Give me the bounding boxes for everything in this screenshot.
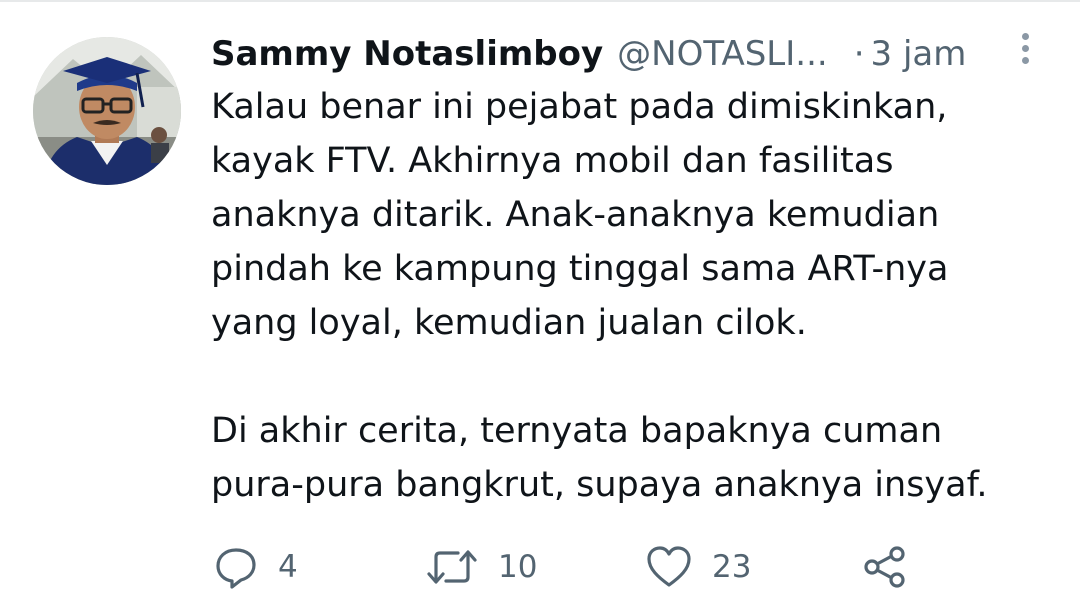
reply-icon — [216, 548, 256, 589]
tweet-text-line: pura-pura bangkrut, supaya anaknya insya… — [211, 465, 988, 505]
retweet-icon — [427, 550, 477, 584]
heart-icon — [647, 546, 691, 587]
tweet-text-line: Di akhir cerita, ternyata bapaknya cuman — [211, 411, 943, 451]
more-options-icon[interactable] — [1014, 33, 1036, 73]
timestamp[interactable]: 3 jam — [871, 34, 967, 74]
time-separator: · — [853, 34, 865, 74]
tweet-text-line: kayak FTV. Akhirnya mobil dan fasilitas — [211, 141, 894, 181]
reply-count: 4 — [278, 549, 298, 585]
tweet-actions: 4 10 23 — [0, 542, 1080, 592]
tweet-text-line: pindah ke kampung tinggal sama ART-nya — [211, 249, 949, 289]
tweet-text: Kalau benar ini pejabat pada dimiskinkan… — [211, 80, 1061, 512]
avatar[interactable] — [33, 37, 181, 185]
like-button[interactable]: 23 — [646, 542, 751, 592]
retweet-count: 10 — [498, 549, 538, 585]
like-count: 23 — [712, 549, 752, 585]
display-name[interactable]: Sammy Notaslimboy — [211, 34, 603, 74]
tweet-header: Sammy Notaslimboy @NOTASLI... · 3 jam — [211, 28, 1031, 80]
tweet-text-line: yang loyal, kemudian jualan cilok. — [211, 303, 807, 343]
share-icon — [864, 546, 905, 588]
retweet-button[interactable]: 10 — [426, 542, 537, 592]
tweet-text-line: Kalau benar ini pejabat pada dimiskinkan… — [211, 87, 948, 127]
reply-button[interactable]: 4 — [214, 542, 298, 592]
user-handle[interactable]: @NOTASLI... — [617, 34, 828, 74]
share-button[interactable] — [862, 542, 908, 592]
profile-photo — [33, 37, 181, 185]
tweet-text-line: anaknya ditarik. Anak-anaknya kemudian — [211, 195, 940, 235]
top-divider — [0, 0, 1080, 2]
